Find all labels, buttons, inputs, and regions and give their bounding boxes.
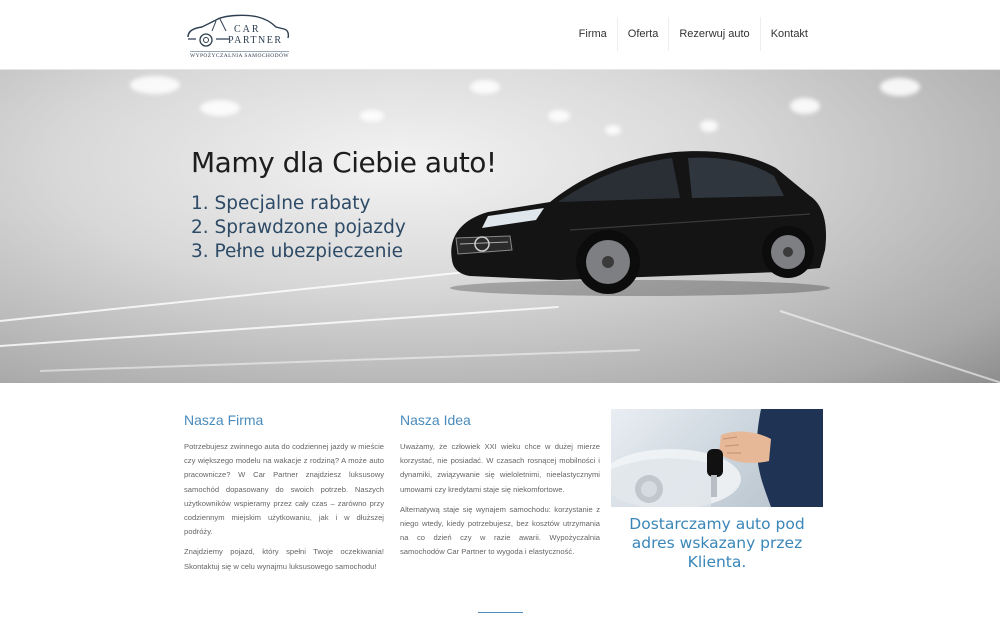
section-divider xyxy=(478,612,523,613)
main-nav: Firma Oferta Rezerwuj auto Kontakt xyxy=(569,17,818,51)
tunnel-light xyxy=(880,78,920,96)
hero-benefit-2: 2. Sprawdzone pojazdy xyxy=(191,217,406,238)
nasza-firma-paragraph-1: Potrzebujesz zwinnego auta do codziennej… xyxy=(184,442,384,537)
car-key-photo xyxy=(611,409,823,507)
hero-banner: Mamy dla Ciebie auto! 1. Specjalne rabat… xyxy=(0,70,1000,383)
section-nasza-idea: Nasza Idea Uważamy, że człowiek XXI wiek… xyxy=(400,412,600,566)
site-header: CAR PARTNER WYPOŻYCZALNIA SAMOCHODÓW Fir… xyxy=(0,0,1000,70)
tunnel-light xyxy=(470,80,500,94)
nav-item-oferta[interactable]: Oferta xyxy=(616,17,669,51)
hero-benefit-3: 3. Pełne ubezpieczenie xyxy=(191,241,403,262)
logo-text-partner: PARTNER xyxy=(228,35,283,46)
delivery-tagline: Dostarczamy auto pod adres wskazany prze… xyxy=(629,515,805,571)
nasza-firma-paragraph-2: Znajdziemy pojazd, który spełni Twoje oc… xyxy=(184,547,384,571)
nav-item-firma[interactable]: Firma xyxy=(569,17,617,51)
nasza-firma-title: Nasza Firma xyxy=(184,412,264,428)
tunnel-light xyxy=(200,100,240,116)
nav-item-kontakt[interactable]: Kontakt xyxy=(759,17,818,51)
light-streak xyxy=(39,349,640,372)
section-nasza-firma: Nasza Firma Potrzebujesz zwinnego auta d… xyxy=(184,412,384,580)
tunnel-light xyxy=(360,110,384,122)
logo-text-car: CAR xyxy=(234,24,261,35)
tunnel-light xyxy=(548,110,570,122)
light-streak xyxy=(779,310,1000,383)
tunnel-light xyxy=(700,120,718,132)
sedan-car-image xyxy=(450,151,830,296)
tunnel-light xyxy=(605,125,621,135)
tunnel-light xyxy=(130,76,180,94)
hero-benefit-1: 1. Specjalne rabaty xyxy=(191,193,371,214)
nav-item-rezerwuj-auto[interactable]: Rezerwuj auto xyxy=(668,17,759,51)
hand-with-car-key-icon xyxy=(611,409,823,507)
hero-benefits-list: 1. Specjalne rabaty 2. Sprawdzone pojazd… xyxy=(191,192,406,264)
nasza-idea-paragraph-2: Alternatywą staje się wynajem samochodu:… xyxy=(400,504,600,557)
logo[interactable]: CAR PARTNER WYPOŻYCZALNIA SAMOCHODÓW xyxy=(186,11,290,61)
nasza-idea-paragraph-1: Uważamy, że człowiek XXI wieku chce w du… xyxy=(400,442,600,494)
nasza-idea-title: Nasza Idea xyxy=(400,412,471,428)
logo-subtitle: WYPOŻYCZALNIA SAMOCHODÓW xyxy=(190,51,289,59)
tunnel-light xyxy=(790,98,820,114)
